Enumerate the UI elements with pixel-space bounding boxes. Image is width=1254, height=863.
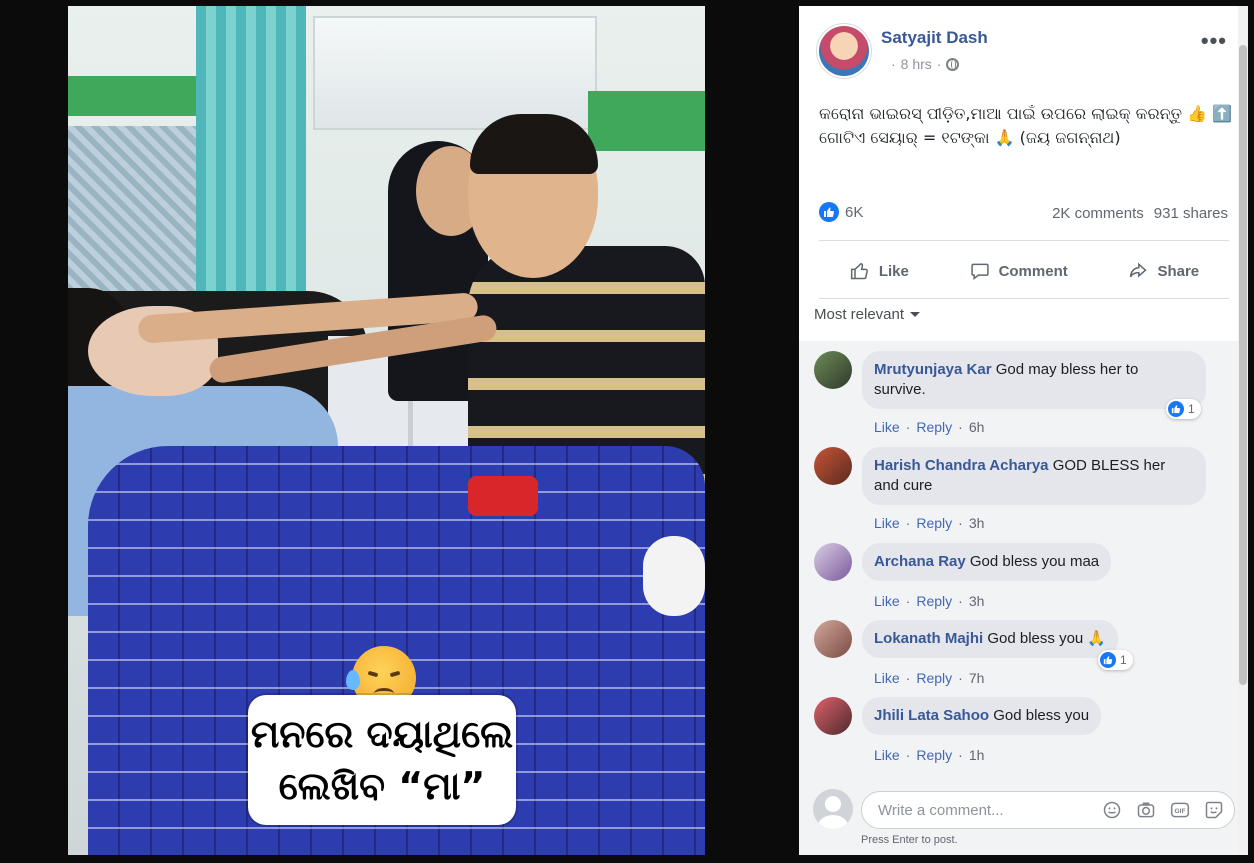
comment-button[interactable]: Comment	[969, 261, 1068, 281]
composer-icons: GIF	[1102, 800, 1224, 820]
comment-bubble: Lokanath Majhi God bless you 🙏	[862, 620, 1119, 658]
like-reaction-icon	[1100, 652, 1116, 668]
photo-red-cloth	[468, 476, 538, 516]
comment-reaction-count: 1	[1188, 402, 1195, 416]
comment-like-link[interactable]: Like	[874, 670, 900, 686]
share-icon	[1130, 262, 1148, 278]
comment-text: God bless you	[993, 707, 1090, 724]
commenter-name[interactable]: Jhili Lata Sahoo	[874, 707, 989, 724]
emoji-icon[interactable]	[1102, 800, 1122, 820]
comment-text: God bless you maa	[969, 553, 1100, 570]
divider	[819, 298, 1229, 299]
share-label: Share	[1157, 262, 1200, 280]
like-reaction-icon	[1168, 401, 1184, 417]
comment-input-box[interactable]: GIF	[861, 791, 1235, 829]
gif-icon[interactable]: GIF	[1170, 800, 1190, 820]
comment-text: God bless you 🙏	[987, 630, 1107, 647]
commenter-avatar[interactable]	[814, 447, 852, 485]
sticker-icon[interactable]	[1204, 800, 1224, 820]
comment-reply-link[interactable]: Reply	[916, 419, 952, 435]
post-panel: Satyajit Dash · 8 hrs · ••• କରୋନା ଭାଇରସ୍…	[799, 6, 1247, 855]
comment-actions: Like · Reply · 7h	[874, 670, 985, 686]
post-photo[interactable]: ମନରେ ଦୟାଥିଲେ ଲେଖିବ “ମା”	[68, 6, 705, 855]
photo-window	[313, 16, 597, 130]
post-meta: · 8 hrs ·	[891, 56, 960, 72]
comment-bubble: Harish Chandra Acharya GOD BLESS her and…	[862, 447, 1206, 505]
commenter-avatar[interactable]	[814, 543, 852, 581]
commenter-name[interactable]: Lokanath Majhi	[874, 630, 983, 647]
comment-like-link[interactable]: Like	[874, 747, 900, 763]
comment-sort-dropdown[interactable]: Most relevant	[814, 306, 921, 323]
commenter-name[interactable]: Archana Ray	[874, 553, 966, 570]
like-reaction-icon	[819, 202, 839, 222]
comment-actions: Like · Reply · 3h	[874, 593, 985, 609]
share-button[interactable]: Share	[1127, 261, 1199, 281]
comments-count[interactable]: 2K comments	[1052, 205, 1144, 222]
commenter-avatar[interactable]	[814, 697, 852, 735]
comment-time[interactable]: 3h	[969, 515, 985, 531]
like-button[interactable]: Like	[849, 261, 909, 281]
comment-reaction-count: 1	[1120, 653, 1127, 667]
comment-reply-link[interactable]: Reply	[916, 593, 952, 609]
comment-time[interactable]: 6h	[969, 419, 985, 435]
caret-down-icon	[910, 312, 921, 317]
comment-reactions[interactable]: 1	[1098, 650, 1133, 670]
post-dot: ·	[936, 56, 942, 72]
globe-icon[interactable]	[946, 57, 960, 71]
like-icon	[850, 262, 868, 280]
comment-time[interactable]: 7h	[969, 670, 985, 686]
post-action-bar: Like Comment Share	[819, 246, 1229, 296]
commenter-name[interactable]: Mrutyunjaya Kar	[874, 361, 992, 378]
photo-caption-line2: ଲେଖିବ “ମା”	[278, 764, 486, 808]
camera-icon[interactable]	[1136, 800, 1156, 820]
svg-text:GIF: GIF	[1174, 808, 1185, 815]
more-options-button[interactable]: •••	[1201, 28, 1227, 54]
reaction-count: 6K	[845, 203, 864, 221]
photo-curtain	[196, 6, 306, 336]
post-time[interactable]: 8 hrs	[901, 56, 932, 72]
photo-tissue-roll	[643, 536, 705, 616]
comment-like-link[interactable]: Like	[874, 419, 900, 435]
photo-caption-box: ମନରେ ଦୟାଥିଲେ ଲେଖିବ “ମା”	[248, 695, 516, 825]
comment-reply-link[interactable]: Reply	[916, 747, 952, 763]
comment-input[interactable]	[876, 801, 1080, 820]
comment-time[interactable]: 1h	[969, 747, 985, 763]
comment-actions: Like · Reply · 1h	[874, 747, 985, 763]
sort-label: Most relevant	[814, 306, 905, 323]
comment-reply-link[interactable]: Reply	[916, 515, 952, 531]
commenter-name[interactable]: Harish Chandra Acharya	[874, 457, 1049, 474]
comment-composer: GIF Press Enter to post.	[799, 777, 1247, 855]
reactions-summary[interactable]: 6K	[819, 202, 863, 222]
post-dot: ·	[891, 56, 896, 72]
post-text-line2: ଗୋଟିଏ ସେୟାର୍ = ୧ଟଙ୍କା 🙏 (ଜୟ ଜଗନ୍ନାଥ)	[819, 128, 1121, 147]
comment-like-link[interactable]: Like	[874, 515, 900, 531]
comment-like-link[interactable]: Like	[874, 593, 900, 609]
photo-wall-panel	[588, 91, 705, 151]
comment-actions: Like · Reply · 3h	[874, 515, 985, 531]
author-name[interactable]: Satyajit Dash	[881, 28, 988, 48]
author-avatar[interactable]	[819, 26, 869, 76]
commenter-avatar[interactable]	[814, 351, 852, 389]
post-text-line1: କରୋନା ଭାଇରସ୍ ପୀଡ଼ିତ,ମାଆ ପାଇଁ ଉପରେ ଲାଇକ୍ …	[819, 104, 1233, 123]
comment-bubble: Mrutyunjaya Kar God may bless her to sur…	[862, 351, 1206, 409]
viewer-avatar	[813, 789, 853, 829]
comment-icon	[970, 263, 989, 281]
comment-actions: Like · Reply · 6h	[874, 419, 985, 435]
comment-bubble: Archana Ray God bless you maa	[862, 543, 1112, 581]
comment-bubble: Jhili Lata Sahoo God bless you	[862, 697, 1102, 735]
shares-count[interactable]: 931 shares	[1154, 205, 1228, 222]
commenter-avatar[interactable]	[814, 620, 852, 658]
photo-caption-line1: ମନରେ ଦୟାଥିଲେ	[250, 712, 514, 756]
scrollbar-thumb[interactable]	[1239, 45, 1247, 685]
comment-time[interactable]: 3h	[969, 593, 985, 609]
post-counts: 2K comments 931 shares	[1052, 205, 1228, 222]
post-text: କରୋନା ଭାଇରସ୍ ପୀଡ଼ିତ,ମାଆ ପାଇଁ ଉପରେ ଲାଇକ୍ …	[819, 102, 1239, 150]
divider	[819, 240, 1229, 241]
comment-reactions[interactable]: 1	[1166, 399, 1201, 419]
like-label: Like	[878, 262, 909, 280]
composer-hint: Press Enter to post.	[861, 834, 958, 846]
comment-label: Comment	[998, 262, 1068, 280]
comment-reply-link[interactable]: Reply	[916, 670, 952, 686]
